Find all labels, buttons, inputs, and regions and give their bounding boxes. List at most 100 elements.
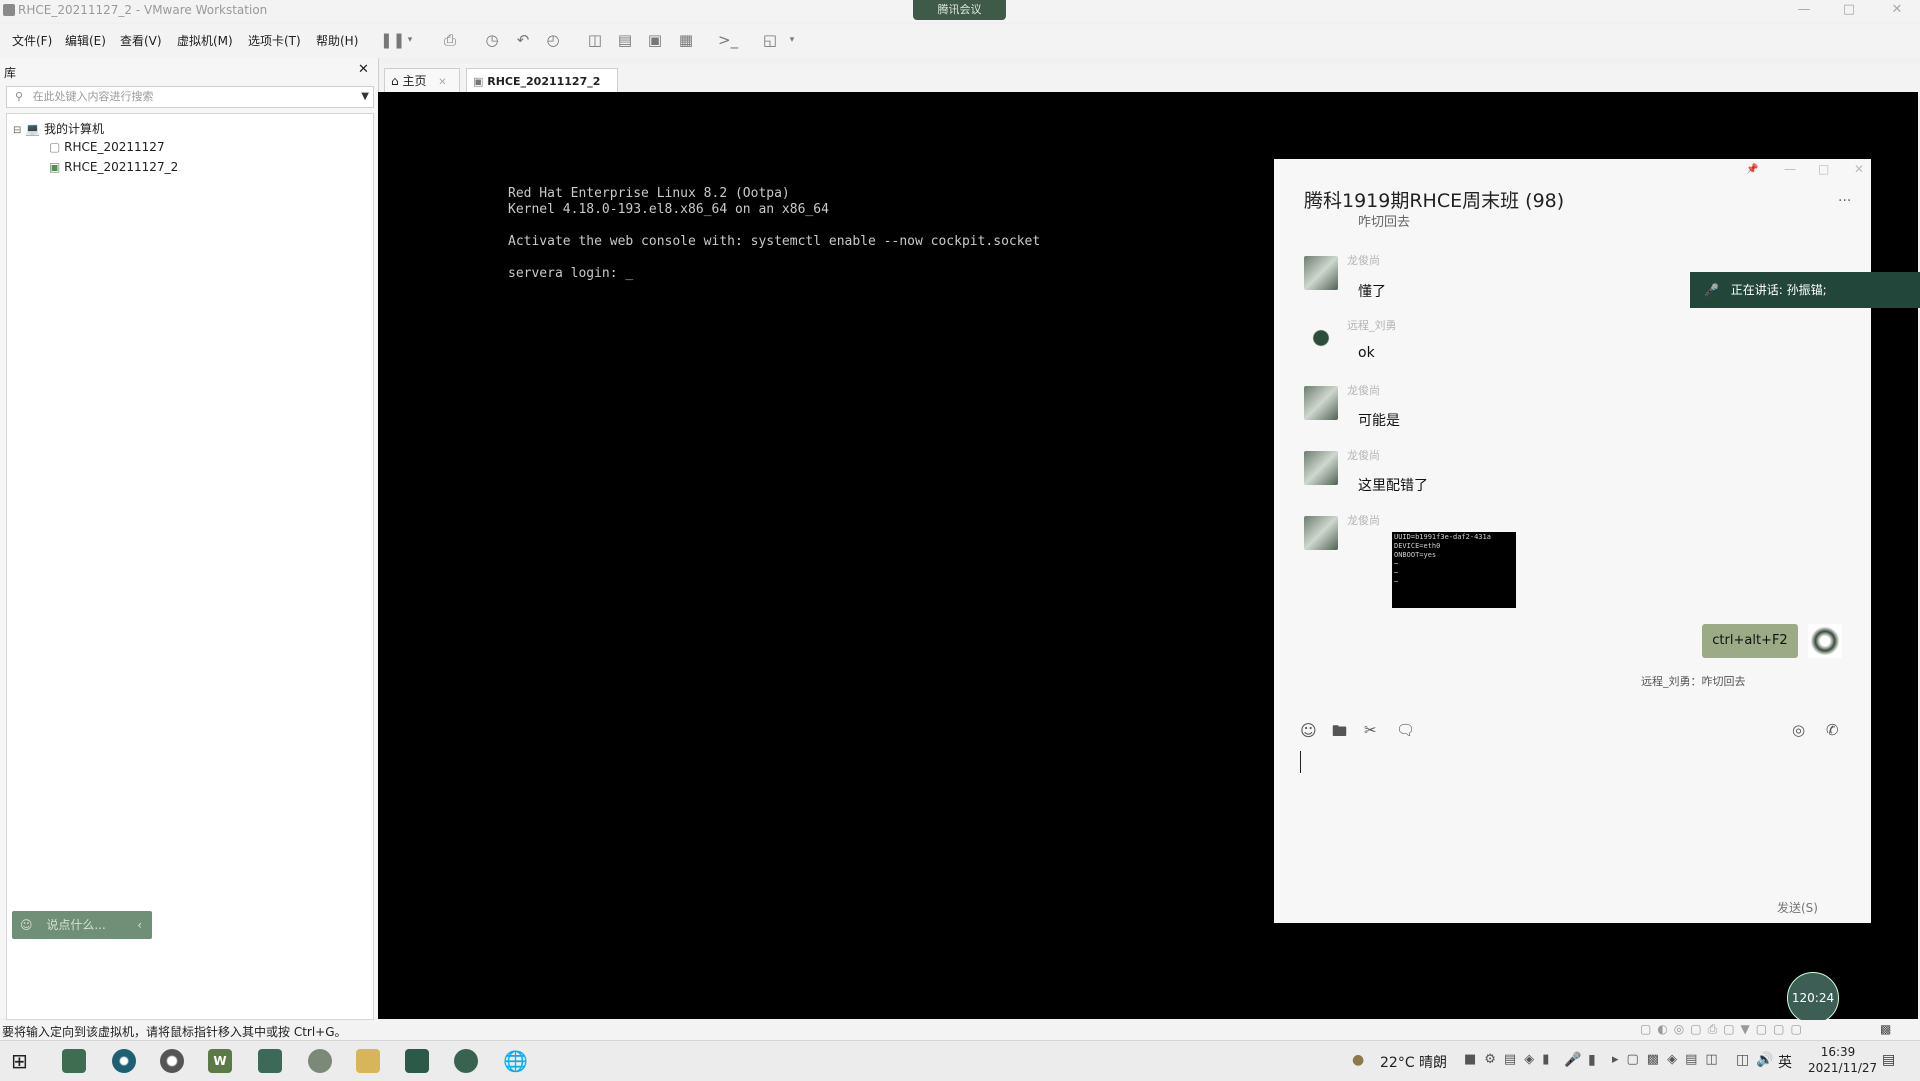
tree-item-label: RHCE_20211127 [64,140,165,154]
tray-icons[interactable]: ■⚙▤◈▮ [1464,1052,1557,1067]
self-message-bubble: ctrl+alt+F2 [1702,624,1798,658]
vmware-taskbar-icon[interactable] [258,1049,282,1073]
edge-icon[interactable] [112,1049,136,1073]
camera-icon[interactable]: ◎ [1792,721,1805,739]
tab-close-button[interactable]: ✕ [438,77,446,88]
menu-edit[interactable]: 编辑(E) [65,32,106,49]
microphone-icon[interactable]: 🎤 [1564,1052,1581,1068]
library-panel: 库 ✕ ⚲ 在此处键入内容进行搜索 ▼ ⊟ 💻 我的计算机 ▢ RHCE_202… [0,58,379,1020]
windows-start-icon[interactable]: ⊞ [11,1049,35,1073]
menu-view[interactable]: 查看(V) [120,32,162,49]
chat-minimize-button[interactable]: — [1784,162,1796,176]
console-line: Activate the web console with: systemctl… [508,234,1041,249]
photos-icon[interactable] [405,1049,429,1073]
notification-icon[interactable]: ▤ [1882,1052,1895,1068]
send-keys-icon[interactable]: ⎙ [440,30,460,50]
menu-help[interactable]: 帮助(H) [316,32,358,49]
message-text: ok [1358,345,1375,361]
network-icon[interactable]: ◫ [1736,1052,1749,1068]
chevron-down-icon[interactable]: ▾ [782,30,802,50]
revert-snapshot-icon[interactable]: ↶ [513,30,533,50]
pause-icon[interactable]: ❚❚ [380,30,405,50]
library-close-button[interactable]: ✕ [358,62,369,77]
stretch-icon[interactable]: ◱ [760,30,780,50]
message-input[interactable] [1300,751,1850,891]
close-window-button[interactable]: ✕ [1886,2,1908,18]
unity-icon[interactable]: ▦ [676,30,696,50]
folder-icon[interactable] [356,1049,380,1073]
library-search-input[interactable]: ⚲ 在此处键入内容进行搜索 ▼ [6,86,374,108]
meeting-timer[interactable]: 120:24 [1787,972,1839,1024]
send-button[interactable]: 发送(S) [1777,899,1818,916]
library-tree: ⊟ 💻 我的计算机 ▢ RHCE_20211127 ▣ RHCE_2021112… [6,113,374,1020]
device-status-icons[interactable]: ▢◐◎▢⎙▢▼▢▢▢ [1640,1022,1808,1037]
tab-label: RHCE_20211127_2 [487,75,601,88]
tab-vm[interactable]: ▣ RHCE_20211127_2 ✕ [466,68,618,113]
collapse-icon[interactable]: ⊟ [13,125,21,136]
clock[interactable]: 16:39 2021/11/27 [1808,1044,1877,1076]
library-toggle-icon[interactable]: ◫ [585,30,605,50]
tab-home[interactable]: ⌂ 主页 ✕ [384,68,460,94]
snapshot-manager-icon[interactable]: ◴ [543,30,563,50]
image-line: UUID=b1991f3e-daf2-431a [1394,533,1491,541]
wps-icon[interactable]: W [208,1049,232,1073]
folder-icon[interactable]: 🖿 [1332,721,1347,746]
battery-icon[interactable]: ▮ [1588,1052,1596,1068]
home-icon: ⌂ [391,74,399,88]
phone-icon[interactable]: ✆ [1826,721,1839,739]
meeting-icon[interactable] [454,1049,478,1073]
chrome-icon[interactable] [160,1049,184,1073]
pin-icon[interactable]: 📌 [1746,164,1758,175]
weather-text[interactable]: 22°C 晴朗 [1380,1052,1447,1072]
menu-vm[interactable]: 虚拟机(M) [177,32,233,49]
microphone-icon: 🎤 [1704,283,1719,297]
avatar[interactable] [1304,386,1338,420]
chevron-down-icon[interactable]: ▼ [361,87,369,107]
fullscreen-toggle-icon[interactable]: ▩ [1880,1022,1891,1036]
globe-icon[interactable]: 🌐 [503,1049,528,1073]
status-bar: 要将输入定向到该虚拟机，请将鼠标指针移入其中或按 Ctrl+G。 ▢◐◎▢⎙▢▼… [0,1020,1920,1040]
weather-icon[interactable]: ● [1352,1052,1364,1068]
emoji-icon[interactable]: ☺ [1300,721,1317,740]
snapshot-icon[interactable]: ◷ [482,30,502,50]
avatar[interactable] [1304,451,1338,485]
app-icon[interactable] [308,1049,332,1073]
message-image[interactable]: UUID=b1991f3e-daf2-431a DEVICE=eth0 ONBO… [1392,532,1516,608]
text-cursor [1300,751,1301,773]
minimize-button[interactable]: — [1793,2,1815,18]
chevron-left-icon[interactable]: ‹ [137,911,142,939]
meeting-badge[interactable]: 腾讯会议 [913,0,1006,20]
tree-item-my-computer[interactable]: ⊟ 💻 我的计算机 [13,120,104,137]
self-avatar[interactable] [1808,624,1842,658]
console-line: servera login: _ [508,266,634,281]
thumbnail-icon[interactable]: ▤ [615,30,635,50]
volume-icon[interactable]: 🔊 [1756,1052,1773,1068]
chat-more-button[interactable]: ··· [1838,193,1851,209]
app-icon[interactable] [62,1049,86,1073]
fullscreen-icon[interactable]: ▣ [645,30,665,50]
ime-indicator[interactable]: 英 [1778,1052,1792,1072]
say-something-button[interactable]: ☺ 说点什么... ‹ [12,911,152,939]
scissors-icon[interactable]: ✂ [1364,721,1377,739]
avatar[interactable] [1304,256,1338,290]
chat-maximize-button[interactable]: □ [1818,162,1829,176]
chat-bubble-icon[interactable]: 🗨 [1396,721,1415,739]
chevron-down-icon[interactable]: ▾ [400,30,420,50]
window-title: RHCE_20211127_2 - VMware Workstation [18,3,268,17]
menu-file[interactable]: 文件(F) [12,32,52,49]
image-line: DEVICE=eth0 [1394,542,1441,550]
console-icon[interactable]: >_ [718,30,738,50]
avatar[interactable] [1304,516,1338,550]
image-line: ONBOOT=yes [1394,551,1437,559]
chat-close-button[interactable]: ✕ [1854,162,1864,176]
speaking-text: 正在讲话: 孙振锚; [1730,283,1827,297]
menu-tabs[interactable]: 选项卡(T) [248,32,301,49]
tray-icons[interactable]: ▸▢▩◈▤◫ [1612,1052,1726,1067]
sender-name: 龙俊尚 [1347,449,1380,462]
console-line: Kernel 4.18.0-193.el8.x86_64 on an x86_6… [508,202,829,217]
tree-item-vm[interactable]: ▣ RHCE_20211127_2 [49,160,178,174]
avatar[interactable] [1304,321,1338,355]
maximize-button[interactable]: □ [1838,2,1860,18]
vm-running-icon: ▣ [49,160,61,174]
tree-item-vm[interactable]: ▢ RHCE_20211127 [49,140,165,154]
